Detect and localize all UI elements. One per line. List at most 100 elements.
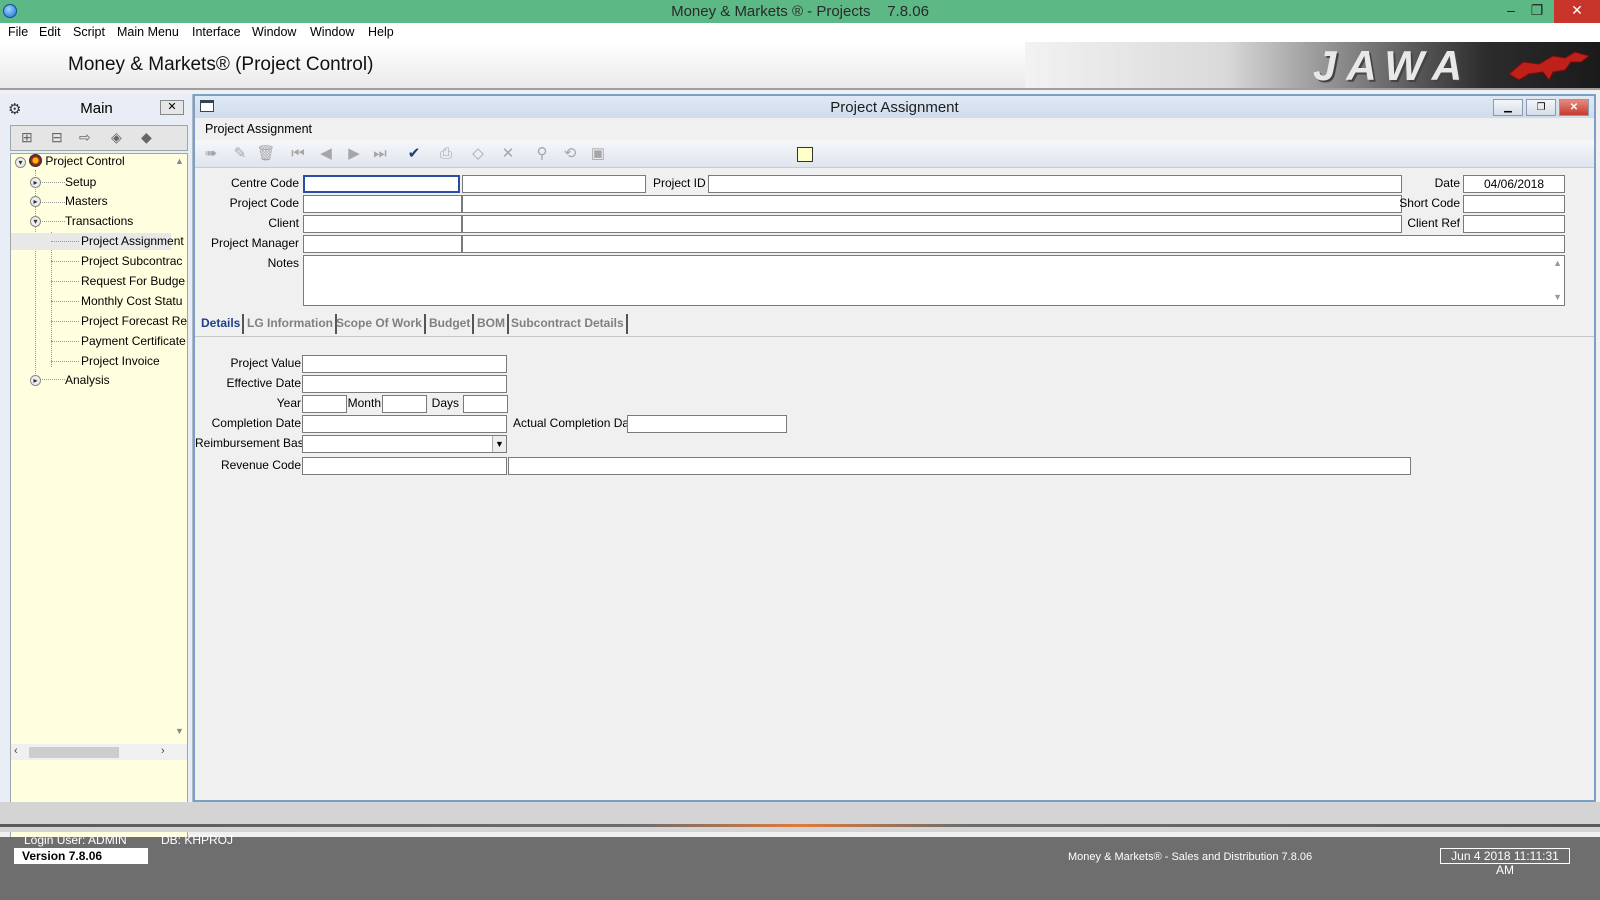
scroll-left-icon[interactable]: ‹ [14, 745, 18, 757]
scroll-thumb[interactable] [29, 747, 119, 758]
child-close-button[interactable]: ✕ [1559, 99, 1589, 116]
reimbursement-basis-select[interactable]: ▼ [302, 435, 507, 453]
menu-window[interactable]: Window [252, 25, 296, 39]
effective-date-input[interactable] [302, 375, 507, 393]
child-restore-button[interactable]: ❐ [1526, 99, 1556, 116]
scroll-down-icon[interactable]: ▼ [175, 726, 184, 736]
new-record-icon[interactable]: ➠ [200, 144, 222, 164]
restore-button[interactable]: ❐ [1520, 0, 1554, 23]
delete-icon[interactable]: 🗑 [255, 144, 277, 164]
expand-all-icon[interactable]: ⊞ [21, 129, 33, 146]
tab-lg-information[interactable]: LG Information [245, 314, 337, 334]
login-user-text: Login User: ADMIN [24, 833, 127, 847]
close-button[interactable]: ✕ [1554, 0, 1600, 23]
tree-vertical-scrollbar[interactable]: ▲ ▼ [173, 154, 187, 740]
tab-scope-of-work[interactable]: Scope Of Work [334, 314, 426, 334]
centre-code-label: Centre Code [230, 176, 299, 190]
refresh-icon[interactable]: ⟲ [559, 144, 581, 164]
revenue-code-description[interactable] [508, 457, 1411, 475]
client-label: Client [268, 216, 299, 230]
tab-bom[interactable]: BOM [475, 314, 509, 334]
centre-code-description[interactable] [462, 175, 646, 193]
tree-item-analysis[interactable]: Analysis [65, 373, 110, 387]
revenue-code-input[interactable] [302, 457, 507, 475]
print-icon[interactable]: ⎙ [435, 144, 457, 164]
tree-horizontal-scrollbar[interactable]: ‹ › [11, 744, 187, 760]
version-field: Version 7.8.06 [14, 848, 148, 864]
tree-item-request-for-budget[interactable]: Request For Budge [81, 274, 185, 288]
tree-root-project-control[interactable]: Project Control [29, 154, 125, 168]
scroll-down-icon[interactable]: ▼ [1553, 292, 1562, 302]
expand-icon[interactable]: ▸ [30, 196, 41, 207]
collapse-icon[interactable]: ▾ [15, 157, 26, 168]
tree-item-project-assignment[interactable]: Project Assignment [81, 234, 184, 248]
find-icon[interactable]: ⚲ [531, 144, 553, 164]
tree-item-project-invoice[interactable]: Project Invoice [81, 354, 160, 368]
chevron-down-icon[interactable]: ▼ [492, 436, 506, 452]
menu-window-2[interactable]: Window [310, 25, 354, 39]
project-manager-name-input[interactable] [462, 235, 1565, 253]
next-record-icon[interactable]: ▶ [343, 144, 365, 164]
child-minimize-button[interactable]: ▁ [1493, 99, 1523, 116]
tree-item-project-forecast[interactable]: Project Forecast Re [81, 314, 187, 328]
tree-connector [51, 301, 79, 302]
forward-icon[interactable]: ⇨ [79, 129, 91, 146]
tree-item-masters[interactable]: Masters [65, 194, 108, 208]
project-code-input[interactable] [303, 195, 462, 213]
cancel-icon[interactable]: ✕ [497, 144, 519, 164]
project-id-input[interactable] [708, 175, 1402, 193]
tab-details[interactable]: Details [199, 314, 245, 334]
menu-main-menu[interactable]: Main Menu [117, 25, 179, 39]
tree-item-monthly-cost-status[interactable]: Monthly Cost Statu [81, 294, 182, 308]
short-code-input[interactable] [1463, 195, 1565, 213]
menu-edit[interactable]: Edit [39, 25, 61, 39]
first-record-icon[interactable]: ⏮ [287, 144, 309, 164]
expand-icon[interactable]: ▸ [30, 375, 41, 386]
project-manager-code-input[interactable] [303, 235, 462, 253]
project-value-input[interactable] [302, 355, 507, 373]
date-input[interactable]: 04/06/2018 [1463, 175, 1565, 193]
scroll-up-icon[interactable]: ▲ [1553, 258, 1562, 268]
month-input[interactable] [382, 395, 427, 413]
status-indicator[interactable] [797, 147, 813, 162]
collapse-all-icon[interactable]: ⊟ [51, 129, 63, 146]
completion-date-input[interactable] [302, 415, 507, 433]
year-input[interactable] [302, 395, 347, 413]
notes-textarea[interactable]: ▲ ▼ [303, 255, 1565, 306]
tree-item-project-subcontract[interactable]: Project Subcontrac [81, 254, 182, 268]
scroll-right-icon[interactable]: › [161, 745, 165, 757]
actual-completion-date-input[interactable] [627, 415, 787, 433]
client-ref-input[interactable] [1463, 215, 1565, 233]
previous-record-icon[interactable]: ◀ [315, 144, 337, 164]
clear-icon[interactable]: ◇ [467, 144, 489, 164]
edit-record-icon[interactable]: ✎ [229, 144, 251, 164]
tree-item-transactions[interactable]: Transactions [65, 214, 133, 228]
scroll-up-icon[interactable]: ▲ [175, 156, 184, 166]
panel-close-button[interactable]: ✕ [160, 100, 184, 115]
last-record-icon[interactable]: ⏭ [369, 144, 391, 164]
project-name-input[interactable] [462, 195, 1402, 213]
collapse-icon[interactable]: ▾ [30, 216, 41, 227]
short-code-label: Short Code [1399, 196, 1460, 210]
days-label: Days [431, 396, 459, 410]
client-code-input[interactable] [303, 215, 462, 233]
tab-subcontract-details[interactable]: Subcontract Details [509, 314, 628, 334]
menu-help[interactable]: Help [368, 25, 394, 39]
tree-item-payment-certificate[interactable]: Payment Certificate [81, 334, 186, 348]
attachment-icon[interactable]: ▣ [587, 144, 609, 164]
tab-budget[interactable]: Budget [427, 314, 475, 334]
menu-file[interactable]: File [8, 25, 28, 39]
client-name-input[interactable] [462, 215, 1402, 233]
eraser-icon[interactable]: ◆ [141, 129, 152, 146]
book-icon[interactable]: ◈ [111, 129, 122, 146]
save-check-icon[interactable]: ✔ [403, 144, 425, 164]
menu-interface[interactable]: Interface [192, 25, 241, 39]
app-title: Money & Markets® (Project Control) [68, 54, 374, 75]
reimbursement-basis-label: Reimbursement Basis [195, 436, 313, 450]
menu-script[interactable]: Script [73, 25, 105, 39]
centre-code-input[interactable] [303, 175, 460, 193]
expand-icon[interactable]: ▸ [30, 177, 41, 188]
tree-item-setup[interactable]: Setup [65, 175, 96, 189]
logo-text: JAWA [1313, 42, 1473, 88]
days-input[interactable] [463, 395, 508, 413]
